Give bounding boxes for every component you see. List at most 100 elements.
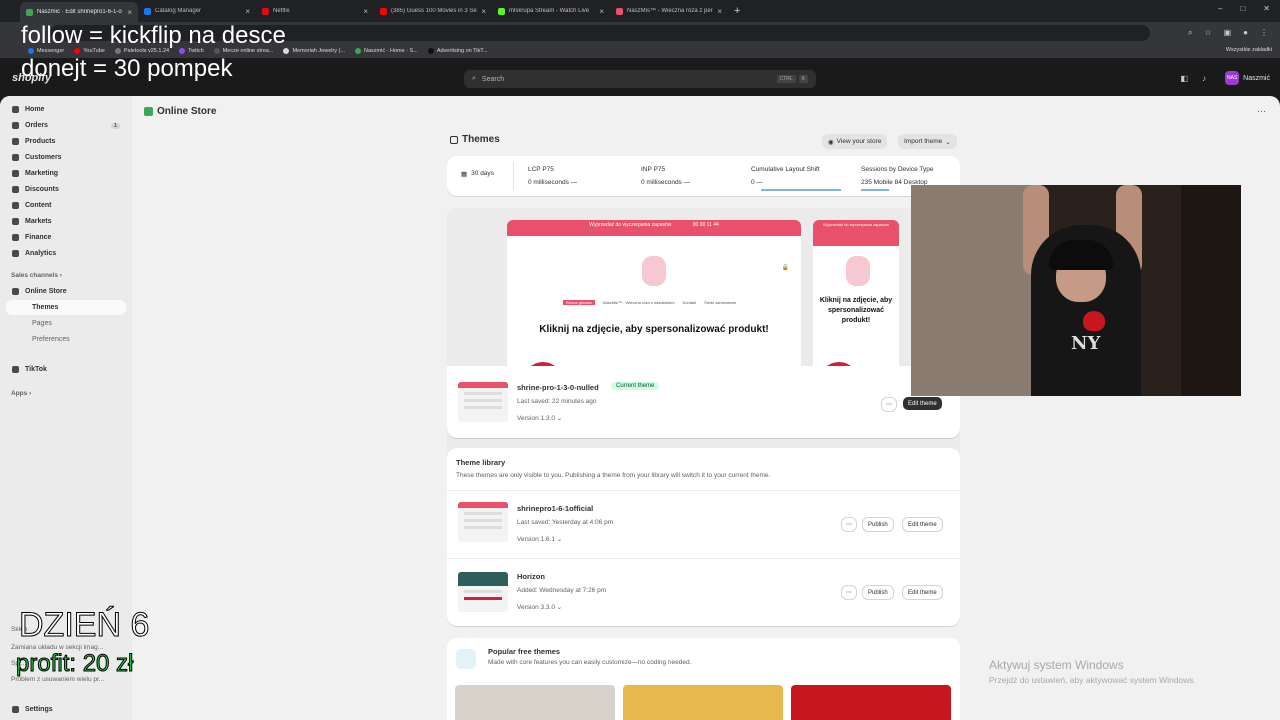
sidebar-item-discounts[interactable]: Discounts bbox=[6, 182, 126, 197]
tab-label: (385) Guess 100 Movies in 3 Se bbox=[391, 8, 477, 14]
theme-version[interactable]: Version 1.6.1 ⌄ bbox=[517, 535, 562, 543]
apps-heading[interactable]: Apps › bbox=[11, 390, 31, 397]
timer-value: 00 bbox=[692, 222, 699, 228]
browser-tab[interactable]: Catalog Manager × bbox=[138, 2, 256, 20]
metric-inp[interactable]: INP P75 0 milliseconds — bbox=[641, 166, 690, 186]
close-icon[interactable]: × bbox=[127, 8, 132, 17]
preview-banner-text: Wyprzedaż do wyczerpania zapasów bbox=[589, 222, 672, 228]
theme-version[interactable]: Version 3.3.0 ⌄ bbox=[517, 603, 562, 611]
shirt-heart-print bbox=[1083, 311, 1105, 331]
import-theme-button[interactable]: Import theme ⌄ bbox=[898, 134, 957, 149]
sidebar-item-online-store[interactable]: Online Store bbox=[6, 284, 126, 299]
sidebar-item-settings[interactable]: Settings bbox=[6, 702, 126, 717]
finance-icon bbox=[12, 234, 19, 241]
period-selector[interactable]: ▦ 30 days bbox=[461, 170, 494, 178]
maximize-icon[interactable]: □ bbox=[1240, 4, 1245, 13]
close-icon[interactable]: × bbox=[717, 7, 722, 16]
theme-last-saved: Added: Wednesday at 7:26 pm bbox=[517, 587, 607, 594]
metric-cls[interactable]: Cumulative Layout Shift 0 — bbox=[751, 166, 841, 191]
publish-button[interactable]: Publish bbox=[863, 518, 893, 531]
more-actions-icon[interactable]: ⋯ bbox=[1257, 106, 1266, 117]
sidebar-item-label: Settings bbox=[25, 706, 53, 713]
theme-version-label: Version 1.6.1 bbox=[517, 536, 555, 543]
close-icon[interactable]: × bbox=[363, 7, 368, 16]
free-theme-preview[interactable] bbox=[791, 685, 951, 720]
sidebar-item-orders[interactable]: Orders 1 bbox=[6, 118, 126, 133]
publish-button[interactable]: Publish bbox=[863, 586, 893, 599]
sidebar-item-products[interactable]: Products bbox=[6, 134, 126, 149]
close-icon[interactable]: × bbox=[245, 7, 250, 16]
theme-version[interactable]: Version 1.3.0 ⌄ bbox=[517, 414, 562, 422]
view-store-button[interactable]: ◉ View your store bbox=[822, 134, 888, 149]
metric-title: LCP P75 bbox=[528, 166, 554, 173]
topbar-icons: ◧ ♪ bbox=[1180, 74, 1206, 83]
new-tab-icon[interactable]: + bbox=[734, 5, 740, 17]
import-theme-label: Import theme bbox=[904, 138, 943, 145]
metric-lcp[interactable]: LCP P75 0 milliseconds — bbox=[528, 166, 577, 186]
bookmark[interactable]: Advertising on TikT... bbox=[427, 48, 488, 54]
store-menu[interactable]: NAS Naszmić bbox=[1225, 71, 1270, 85]
sidebar-item-label: Customers bbox=[25, 154, 62, 161]
period-label: 30 days bbox=[471, 170, 494, 177]
sidebar-item-content[interactable]: Content bbox=[6, 198, 126, 213]
menu-icon[interactable]: ⋮ bbox=[1260, 28, 1268, 38]
theme-thumbnail bbox=[458, 382, 508, 422]
theme-more-button[interactable]: ⋯ bbox=[842, 586, 856, 599]
bookmark[interactable]: Naszmić · Home · S... bbox=[355, 48, 418, 54]
page-title-text: Online Store bbox=[157, 106, 217, 117]
sidebar-item-preferences[interactable]: Preferences bbox=[6, 332, 126, 347]
bell-icon[interactable]: ♪ bbox=[1202, 74, 1206, 83]
divider bbox=[447, 558, 960, 559]
theme-name: shrinepro1-6-1official bbox=[517, 504, 594, 513]
theme-store-icon bbox=[456, 649, 476, 669]
sales-channels-heading[interactable]: Sales channels › bbox=[11, 272, 62, 279]
sidebar-item-finance[interactable]: Finance bbox=[6, 230, 126, 245]
browser-tab[interactable]: mlskrupa Stream - Watch Live × bbox=[492, 2, 610, 20]
free-theme-preview[interactable] bbox=[623, 685, 783, 720]
webcam-overlay: NY bbox=[911, 185, 1241, 396]
theme-library-title: Theme library bbox=[456, 458, 506, 467]
sidebar-item-pages[interactable]: Pages bbox=[6, 316, 126, 331]
sales-channels-label: Sales channels bbox=[11, 272, 58, 279]
kbd-k: K bbox=[798, 75, 808, 83]
webcam-background bbox=[911, 185, 1041, 396]
free-theme-preview[interactable] bbox=[455, 685, 615, 720]
star-icon[interactable]: ☆ bbox=[1204, 28, 1211, 38]
sidebar-item-customers[interactable]: Customers bbox=[6, 150, 126, 165]
browser-tab[interactable]: Naszmić · Edit shrinepro1-6-1-o × bbox=[20, 2, 138, 22]
tab-favicon bbox=[26, 8, 33, 16]
sidebar-item-marketing[interactable]: Marketing bbox=[6, 166, 126, 181]
theme-more-button[interactable]: ⋯ bbox=[882, 398, 896, 411]
profile-icon[interactable]: ● bbox=[1243, 28, 1248, 38]
zoom-icon[interactable]: ⌕ bbox=[1188, 28, 1192, 38]
popular-themes-title: Popular free themes bbox=[488, 647, 561, 656]
edit-theme-button[interactable]: Edit theme bbox=[903, 518, 942, 531]
close-icon[interactable]: × bbox=[481, 7, 486, 16]
close-icon[interactable]: × bbox=[599, 7, 604, 16]
theme-more-button[interactable]: ⋯ bbox=[842, 518, 856, 531]
bookmark-label: Naszmić · Home · S... bbox=[364, 48, 418, 54]
tab-favicon bbox=[262, 7, 269, 15]
sidebar-item-tiktok[interactable]: TikTok bbox=[6, 362, 126, 377]
divider bbox=[513, 162, 514, 190]
sidebar-item-analytics[interactable]: Analytics bbox=[6, 246, 126, 261]
sidebar-item-markets[interactable]: Markets bbox=[6, 214, 126, 229]
sidebar-item-home[interactable]: Home bbox=[6, 102, 126, 117]
minimize-icon[interactable]: – bbox=[1218, 4, 1222, 13]
browser-tab[interactable]: (385) Guess 100 Movies in 3 Se × bbox=[374, 2, 492, 20]
edit-theme-button[interactable]: Edit theme bbox=[903, 586, 942, 599]
browser-tab[interactable]: NaszMis™ - Wieczna róża z pers × bbox=[610, 2, 728, 20]
edit-theme-button[interactable]: Edit theme bbox=[903, 397, 942, 410]
countdown-timer: 00 00 11 44 bbox=[693, 222, 719, 228]
store-icon bbox=[12, 288, 19, 295]
search-input[interactable]: ⌕ Search CTRL K bbox=[464, 70, 816, 88]
close-window-icon[interactable]: ✕ bbox=[1263, 4, 1270, 13]
sidebar-item-label: Marketing bbox=[25, 170, 59, 177]
extensions-icon[interactable]: ▣ bbox=[1224, 28, 1232, 38]
bookmark[interactable]: Memoriah Jewelry (... bbox=[283, 48, 345, 54]
all-bookmarks[interactable]: Wszystkie zakładki bbox=[1226, 47, 1272, 53]
kbd-ctrl: CTRL bbox=[776, 75, 796, 83]
browser-tab[interactable]: Netflix × bbox=[256, 2, 374, 20]
sidekick-icon[interactable]: ◧ bbox=[1180, 74, 1188, 83]
sidebar-item-themes[interactable]: Themes bbox=[6, 300, 126, 315]
